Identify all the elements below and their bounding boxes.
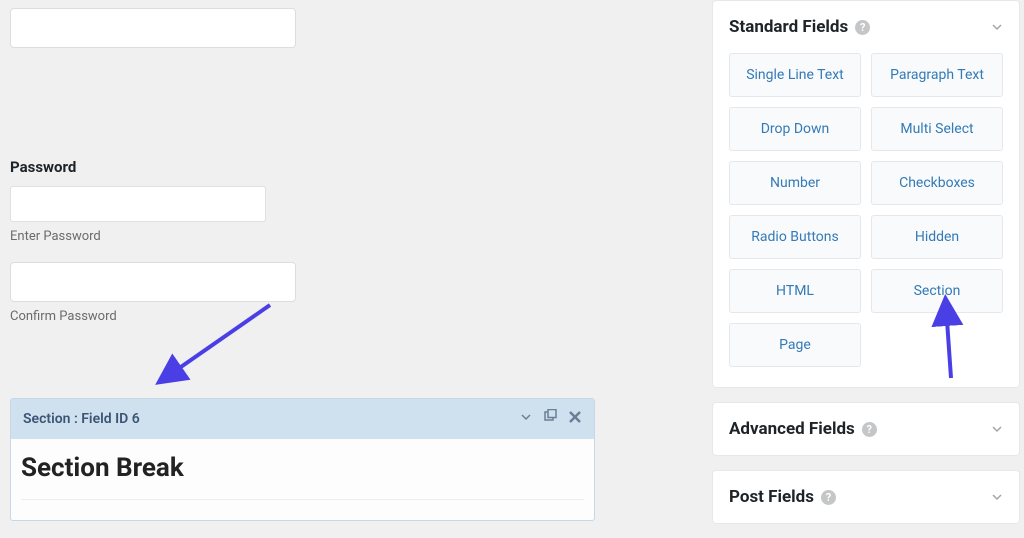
help-icon[interactable]: ? [862, 422, 877, 437]
section-break-title: Section Break [21, 453, 584, 483]
collapse-caret-icon[interactable] [991, 420, 1003, 439]
form-editor-canvas: Password Enter Password Confirm Password… [10, 0, 595, 521]
enter-password-sublabel: Enter Password [10, 229, 595, 244]
field-hidden[interactable]: Hidden [871, 215, 1003, 259]
help-icon[interactable]: ? [821, 490, 836, 505]
field-sidebar: Standard Fields ? Single Line Text Parag… [712, 0, 1020, 538]
field-radio-buttons[interactable]: Radio Buttons [729, 215, 861, 259]
post-fields-title: Post Fields [729, 487, 814, 507]
field-drop-down[interactable]: Drop Down [729, 107, 861, 151]
field-multi-select[interactable]: Multi Select [871, 107, 1003, 151]
section-caret-down-icon[interactable] [520, 411, 532, 427]
standard-fields-title: Standard Fields [729, 17, 848, 37]
field-html[interactable]: HTML [729, 269, 861, 313]
confirm-password-sublabel: Confirm Password [10, 309, 595, 324]
collapse-caret-icon[interactable] [991, 18, 1003, 37]
section-duplicate-icon[interactable] [542, 409, 558, 429]
field-single-line-text[interactable]: Single Line Text [729, 53, 861, 97]
field-paragraph-text[interactable]: Paragraph Text [871, 53, 1003, 97]
standard-fields-header[interactable]: Standard Fields ? [713, 1, 1019, 53]
confirm-password-input[interactable] [10, 262, 296, 302]
field-number[interactable]: Number [729, 161, 861, 205]
post-fields-header[interactable]: Post Fields ? [713, 471, 1019, 523]
section-field-header[interactable]: Section : Field ID 6 [11, 399, 594, 439]
password-input[interactable] [10, 186, 266, 222]
field-page[interactable]: Page [729, 323, 861, 367]
top-text-input[interactable] [10, 8, 296, 48]
advanced-fields-header[interactable]: Advanced Fields ? [713, 403, 1019, 455]
collapse-caret-icon[interactable] [991, 488, 1003, 507]
section-field-header-title: Section : Field ID 6 [23, 411, 520, 427]
advanced-fields-title: Advanced Fields [729, 419, 855, 439]
section-delete-icon[interactable] [568, 410, 582, 428]
section-break-divider [21, 499, 584, 500]
post-fields-panel: Post Fields ? [712, 470, 1020, 524]
advanced-fields-panel: Advanced Fields ? [712, 402, 1020, 456]
field-section[interactable]: Section [871, 269, 1003, 313]
help-icon[interactable]: ? [855, 20, 870, 35]
password-label: Password [10, 158, 595, 176]
field-checkboxes[interactable]: Checkboxes [871, 161, 1003, 205]
section-field-block[interactable]: Section : Field ID 6 Section Break [10, 398, 595, 521]
standard-fields-panel: Standard Fields ? Single Line Text Parag… [712, 0, 1020, 388]
